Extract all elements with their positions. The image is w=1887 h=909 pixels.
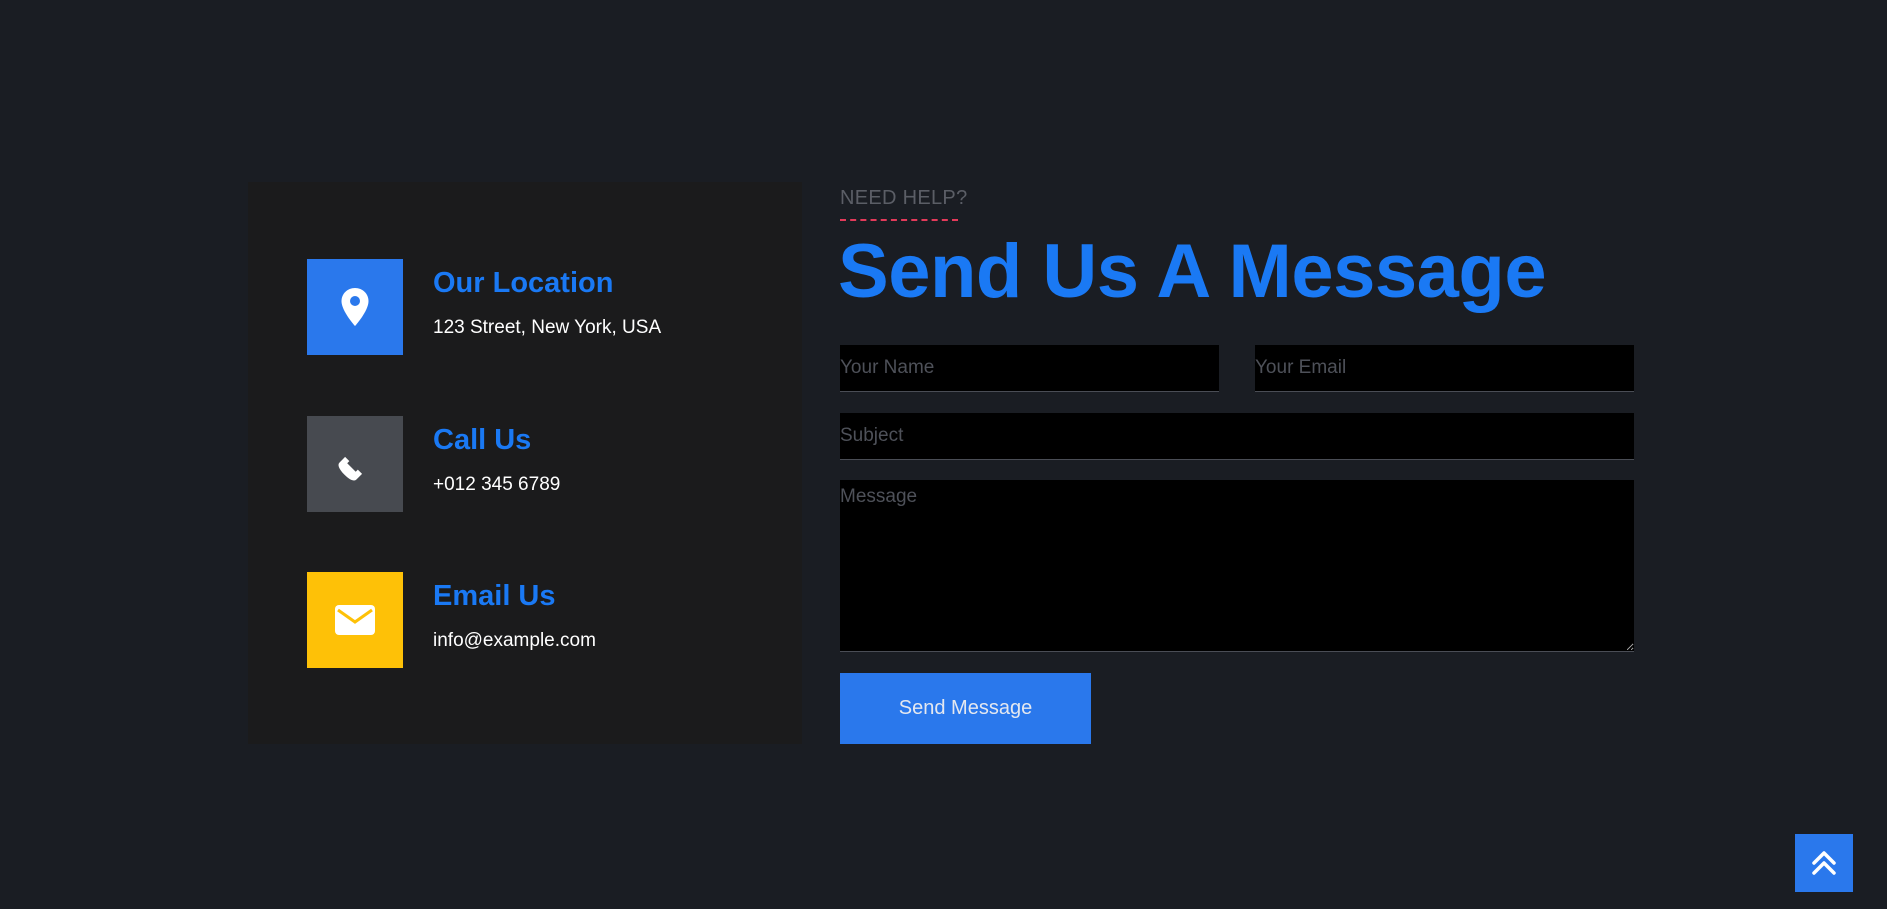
map-marker-icon <box>307 259 403 355</box>
email-title: Email Us <box>433 580 556 612</box>
phone-number: +012 345 6789 <box>433 474 561 495</box>
call-title: Call Us <box>433 424 532 456</box>
back-to-top-button[interactable] <box>1795 834 1853 892</box>
contact-info-panel: Our Location 123 Street, New York, USA C… <box>248 182 802 744</box>
contact-item-location: Our Location 123 Street, New York, USA <box>307 259 767 355</box>
subject-input[interactable] <box>840 413 1634 460</box>
email-address: info@example.com <box>433 630 596 651</box>
location-address: 123 Street, New York, USA <box>433 317 662 338</box>
name-input[interactable] <box>840 345 1219 392</box>
email-input[interactable] <box>1255 345 1634 392</box>
section-eyebrow: NEED HELP? <box>840 187 968 209</box>
send-message-button[interactable]: Send Message <box>840 673 1091 744</box>
eyebrow-underline <box>840 219 958 221</box>
contact-item-phone: Call Us +012 345 6789 <box>307 416 767 512</box>
envelope-icon <box>307 572 403 668</box>
page-title: Send Us A Message <box>838 229 1547 314</box>
contact-item-email: Email Us info@example.com <box>307 572 767 668</box>
message-textarea[interactable] <box>840 480 1634 652</box>
double-chevron-up-icon <box>1812 851 1836 875</box>
phone-icon <box>307 416 403 512</box>
location-title: Our Location <box>433 267 614 299</box>
